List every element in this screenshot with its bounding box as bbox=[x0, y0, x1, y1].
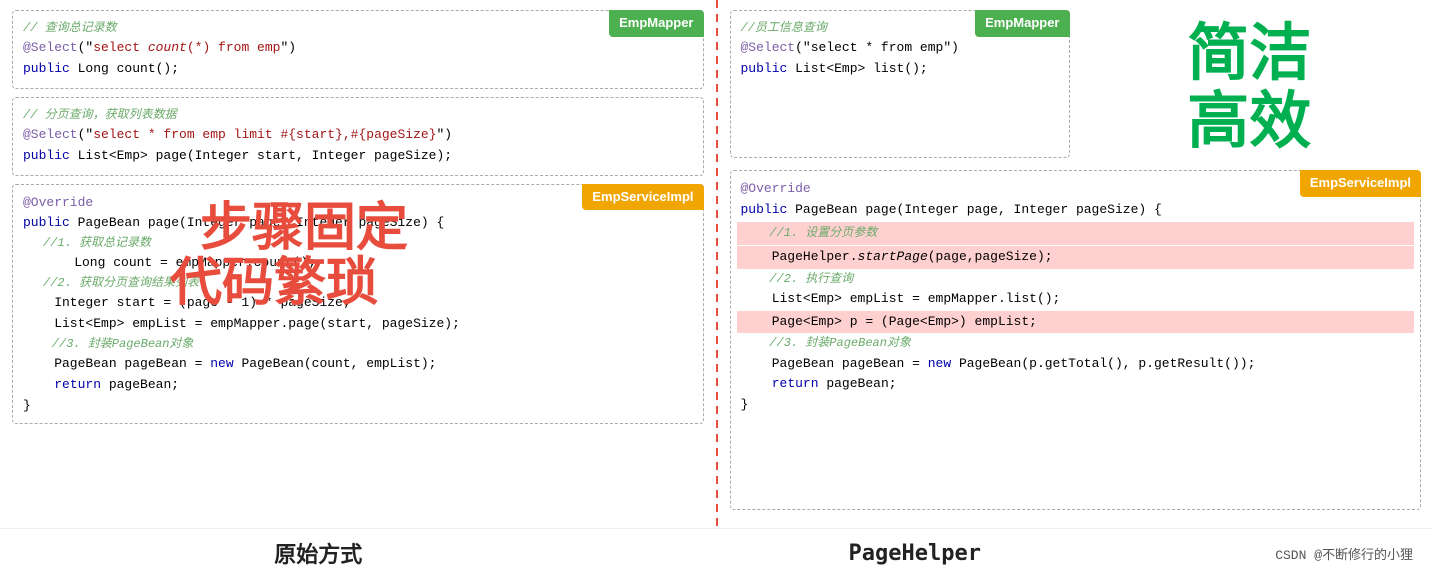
r-method-sig: public PageBean page(Integer page, Integ… bbox=[741, 200, 1411, 221]
code-line: public Long count(); bbox=[23, 59, 693, 80]
hero-section: 简洁 高效 bbox=[1078, 10, 1422, 166]
footer-right: PageHelper bbox=[617, 541, 1214, 566]
footer-left: 原始方式 bbox=[20, 537, 617, 569]
code3b: Integer start = (page - 1) * pageSize; bbox=[23, 293, 693, 314]
hero-text-2: 高效 bbox=[1187, 88, 1311, 156]
left-box2: // 分页查询，获取列表数据 @Select("select * from em… bbox=[12, 97, 704, 176]
left-box3: EmpServiceImpl @Override public PageBean… bbox=[12, 184, 704, 424]
code3d: PageBean pageBean = new PageBean(count, … bbox=[23, 354, 693, 375]
r-code2c: return pageBean; bbox=[741, 374, 1411, 395]
left-box1: EmpMapper // 查询总记录数 @Select("select coun… bbox=[12, 10, 704, 89]
r-code1: public List<Emp> list(); bbox=[741, 59, 1059, 80]
right-box1: EmpMapper //员工信息查询 @Select("select * fro… bbox=[730, 10, 1070, 158]
badge-empserviceimpl-left: EmpServiceImpl bbox=[582, 184, 703, 211]
r-code2b: PageBean pageBean = new PageBean(p.getTo… bbox=[741, 354, 1411, 375]
code3a: Long count = empMapper.count(); bbox=[23, 253, 693, 274]
r-comment3: //3. 封装PageBean对象 bbox=[741, 334, 1411, 353]
annotation-line: @Select("select count(*) from emp") bbox=[23, 38, 693, 59]
code3c: List<Emp> empList = empMapper.page(start… bbox=[23, 314, 693, 335]
comment-line2: // 分页查询，获取列表数据 bbox=[23, 106, 693, 125]
annotation-line2: @Select("select * from emp limit #{start… bbox=[23, 125, 693, 146]
footer-right-title: PageHelper bbox=[849, 541, 981, 566]
method-sig: public PageBean page(Integer page, Integ… bbox=[23, 213, 693, 234]
r-code2a: List<Emp> empList = empMapper.list(); bbox=[741, 289, 1411, 310]
footer: 原始方式 PageHelper CSDN @不断修行的小狸 bbox=[0, 528, 1433, 577]
r-code2d: } bbox=[741, 395, 1411, 416]
comment3: //1. 获取总记录数 bbox=[23, 234, 693, 253]
badge-empserviceimpl-right: EmpServiceImpl bbox=[1300, 170, 1421, 197]
badge-empmapper-left1: EmpMapper bbox=[609, 10, 703, 37]
comment-line: // 查询总记录数 bbox=[23, 19, 693, 38]
main-container: EmpMapper // 查询总记录数 @Select("select coun… bbox=[0, 0, 1433, 528]
right-box2: EmpServiceImpl @Override public PageBean… bbox=[730, 170, 1422, 510]
r-annotation1: @Select("select * from emp") bbox=[741, 38, 1059, 59]
left-panel: EmpMapper // 查询总记录数 @Select("select coun… bbox=[0, 0, 716, 528]
r-comment2: //2. 执行查询 bbox=[741, 270, 1411, 289]
footer-credit: CSDN @不断修行的小狸 bbox=[1213, 544, 1413, 563]
comment4: //2. 获取分页查询结果列表 bbox=[23, 274, 693, 293]
hero-text-1: 简洁 bbox=[1187, 20, 1311, 88]
r-highlight2: PageHelper.startPage(page,pageSize); bbox=[737, 246, 1415, 269]
footer-left-title: 原始方式 bbox=[274, 543, 362, 568]
r-highlight3: Page<Emp> p = (Page<Emp>) empList; bbox=[737, 311, 1415, 334]
right-panel: EmpMapper //员工信息查询 @Select("select * fro… bbox=[718, 0, 1433, 528]
comment5: //3. 封装PageBean对象 bbox=[23, 335, 693, 354]
r-highlight1: //1. 设置分页参数 bbox=[737, 222, 1415, 245]
right-top-row: EmpMapper //员工信息查询 @Select("select * fro… bbox=[730, 10, 1422, 166]
code3f: } bbox=[23, 396, 693, 417]
code-line2: public List<Emp> page(Integer start, Int… bbox=[23, 146, 693, 167]
code3e: return pageBean; bbox=[23, 375, 693, 396]
badge-empmapper-right: EmpMapper bbox=[975, 10, 1069, 37]
